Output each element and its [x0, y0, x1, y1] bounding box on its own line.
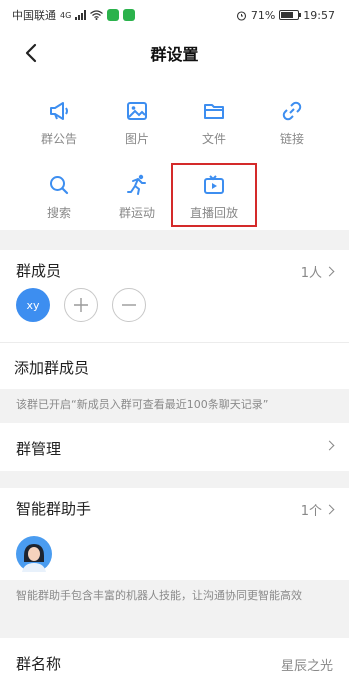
tool-label: 群运动	[118, 206, 155, 220]
members-count-text: 1人	[300, 266, 322, 281]
add-member-label: 添加群成员	[14, 359, 90, 377]
members-title: 群成员	[16, 262, 62, 280]
page-title: 群设置	[150, 45, 199, 64]
status-bar: 中国联通 4G 71% 19:57	[0, 0, 349, 30]
wifi-icon	[90, 10, 104, 20]
nav-bar: 群设置	[0, 30, 349, 76]
assistant-title: 智能群助手	[16, 500, 92, 518]
tool-label: 文件	[201, 132, 226, 146]
link-icon	[282, 101, 302, 121]
chevron-left-icon	[25, 43, 37, 63]
chevron-right-icon	[324, 266, 335, 277]
status-right: 71% 19:57	[236, 9, 335, 22]
tool-sports[interactable]: 群运动	[97, 164, 177, 224]
wechat-notification-icon	[123, 9, 136, 21]
back-button[interactable]	[16, 38, 46, 68]
alarm-icon	[236, 10, 246, 21]
clock: 19:57	[303, 8, 335, 22]
chevron-right-icon	[324, 504, 335, 515]
group-name-row[interactable]: 群名称 星辰之光	[0, 638, 349, 686]
add-member-button[interactable]	[64, 288, 98, 322]
folder-icon	[204, 104, 224, 119]
tool-links[interactable]: 链接	[252, 90, 332, 150]
running-icon	[127, 174, 146, 195]
image-icon	[127, 102, 147, 120]
manage-label: 群管理	[16, 440, 62, 458]
avatar[interactable]: xy	[16, 288, 50, 322]
group-manage-row[interactable]: 群管理	[0, 423, 349, 471]
assistant-note: 智能群助手包含丰富的机器人技能，让沟通协同更智能高效	[0, 580, 349, 630]
group-name-label: 群名称	[16, 655, 62, 673]
tool-search[interactable]: 搜索	[19, 164, 99, 224]
plus-icon	[74, 298, 88, 312]
assistant-count[interactable]: 1个	[300, 500, 335, 519]
minus-icon	[122, 304, 136, 306]
status-left: 中国联通 4G	[12, 7, 136, 23]
signal-icon	[75, 10, 87, 20]
tools-grid: 群公告 图片 文件 链接 搜索 群运动 直播回放	[0, 76, 349, 230]
search-icon	[50, 176, 69, 195]
battery-icon	[279, 10, 302, 20]
battery-percent: 71%	[250, 8, 276, 22]
tool-label: 图片	[124, 132, 149, 146]
megaphone-icon	[50, 102, 68, 120]
tool-images[interactable]: 图片	[97, 90, 177, 150]
assistant-section: 智能群助手 1个	[0, 488, 349, 580]
assistant-avatar[interactable]	[16, 536, 52, 572]
manage-arrow	[324, 440, 335, 451]
carrier-label: 中国联通	[12, 9, 56, 22]
members-section: 群成员 1人	[0, 250, 349, 342]
add-member-row[interactable]: 添加群成员	[0, 343, 349, 389]
chevron-right-icon	[324, 440, 335, 451]
members-count[interactable]: 1人	[300, 262, 335, 281]
tool-label: 搜索	[46, 206, 71, 220]
tool-files[interactable]: 文件	[174, 90, 254, 150]
tool-announcement[interactable]: 群公告	[19, 90, 99, 150]
tool-label: 链接	[279, 132, 304, 146]
tool-label: 群公告	[40, 132, 77, 146]
network-label: 4G	[60, 10, 72, 20]
highlight-box	[171, 163, 257, 227]
history-note: 该群已开启“新成员入群可查看最近100条聊天记录”	[0, 389, 349, 423]
assistant-count-text: 1个	[300, 504, 322, 519]
group-name-value: 星辰之光	[280, 659, 333, 674]
app-notification-icon	[107, 9, 120, 21]
remove-member-button[interactable]	[112, 288, 146, 322]
